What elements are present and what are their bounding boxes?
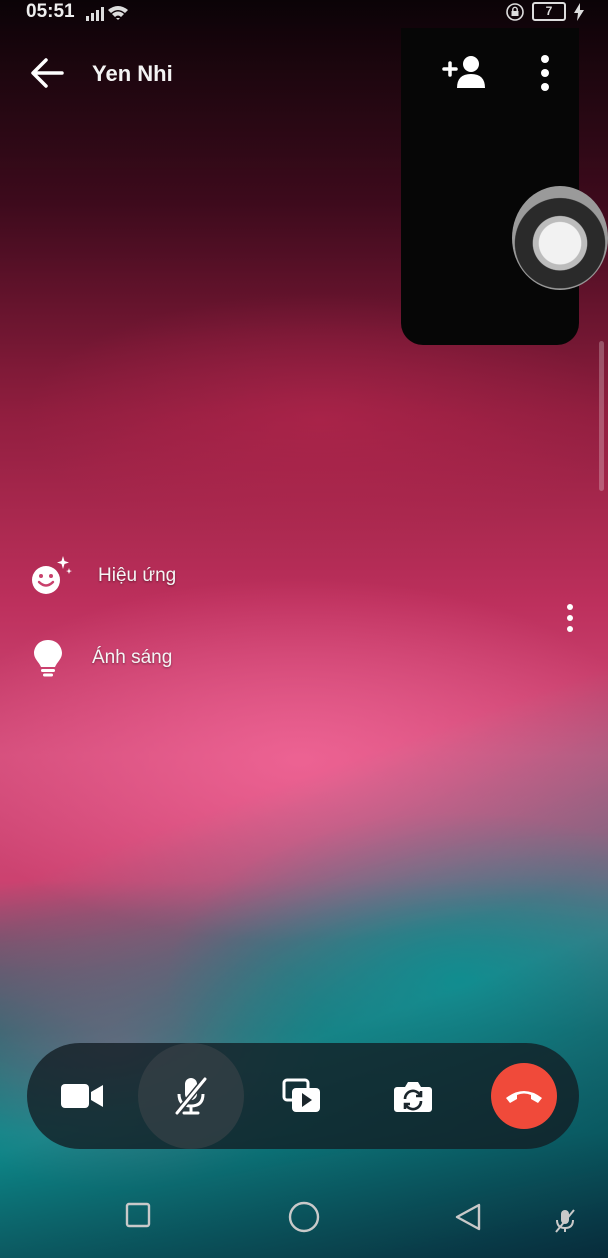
share-screen-button[interactable] — [249, 1043, 355, 1149]
scrollbar[interactable] — [599, 341, 604, 491]
microphone-muted-icon[interactable] — [554, 1208, 576, 1234]
triangle-back-icon[interactable] — [454, 1202, 482, 1232]
status-time: 05:51 — [26, 1, 75, 22]
smiley-sparkle-icon — [32, 556, 72, 594]
lightbulb-icon — [34, 640, 62, 677]
circle-home-icon[interactable] — [288, 1201, 320, 1233]
battery-indicator: 7 — [532, 2, 566, 21]
flip-camera-button[interactable] — [360, 1043, 466, 1149]
lighting-label: Ánh sáng — [92, 647, 173, 668]
end-call-button[interactable] — [491, 1063, 557, 1129]
video-toggle-button[interactable] — [29, 1043, 135, 1149]
lock-icon — [506, 2, 524, 21]
status-bar: 05:51 7 — [0, 0, 608, 24]
effects-label: Hiệu ứng — [98, 565, 177, 586]
avatar — [512, 186, 608, 290]
charging-icon — [574, 2, 584, 21]
back-arrow-icon[interactable] — [30, 56, 64, 90]
flip-camera-icon — [394, 1082, 432, 1112]
call-controls-bar — [27, 1043, 579, 1149]
effects-button[interactable]: Hiệu ứng — [30, 554, 176, 598]
add-person-icon[interactable] — [442, 54, 486, 90]
more-options-icon[interactable] — [534, 54, 556, 92]
signal-wifi-icon — [86, 6, 128, 21]
end-call-icon — [506, 1091, 542, 1103]
share-screen-icon — [282, 1078, 320, 1112]
contact-name: Yen Nhi — [92, 61, 173, 86]
microphone-muted-icon — [174, 1077, 208, 1115]
vertical-dots-icon[interactable] — [560, 604, 580, 632]
system-navigation-bar — [0, 1176, 608, 1258]
square-recents-icon[interactable] — [125, 1202, 151, 1228]
lighting-button[interactable]: Ánh sáng — [30, 636, 172, 680]
video-camera-icon — [61, 1084, 103, 1108]
mute-button[interactable] — [138, 1043, 244, 1149]
call-header: Yen Nhi — [0, 44, 608, 104]
